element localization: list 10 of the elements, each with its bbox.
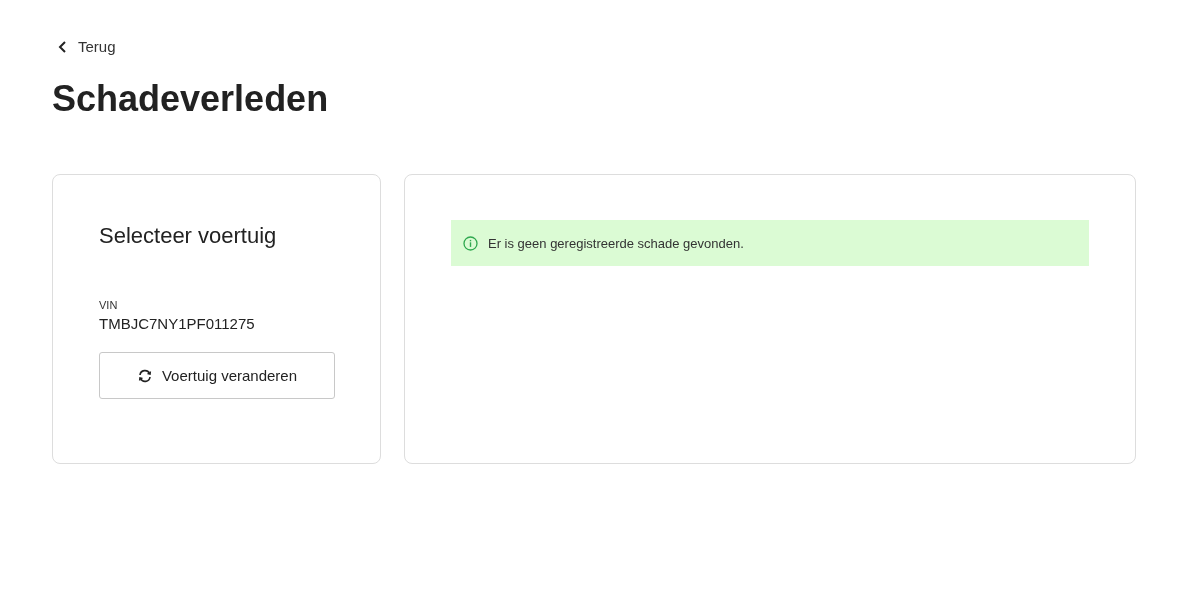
refresh-icon [136, 368, 153, 383]
field-label: VIN [99, 299, 119, 312]
back-link[interactable]: Terug [52, 38, 116, 55]
field-value: TMBJC7NY1PF011275 [99, 315, 256, 333]
chevron-left-icon [58, 40, 68, 53]
page-title: Schadeverleden [52, 78, 330, 119]
alert-message: Er is geen geregistreerde schade gevonden. [488, 235, 744, 251]
card-heading: Selecteer voertuig [99, 223, 278, 250]
info-icon [463, 235, 478, 251]
change-vehicle-button[interactable]: Voertuig veranderen [99, 352, 335, 400]
